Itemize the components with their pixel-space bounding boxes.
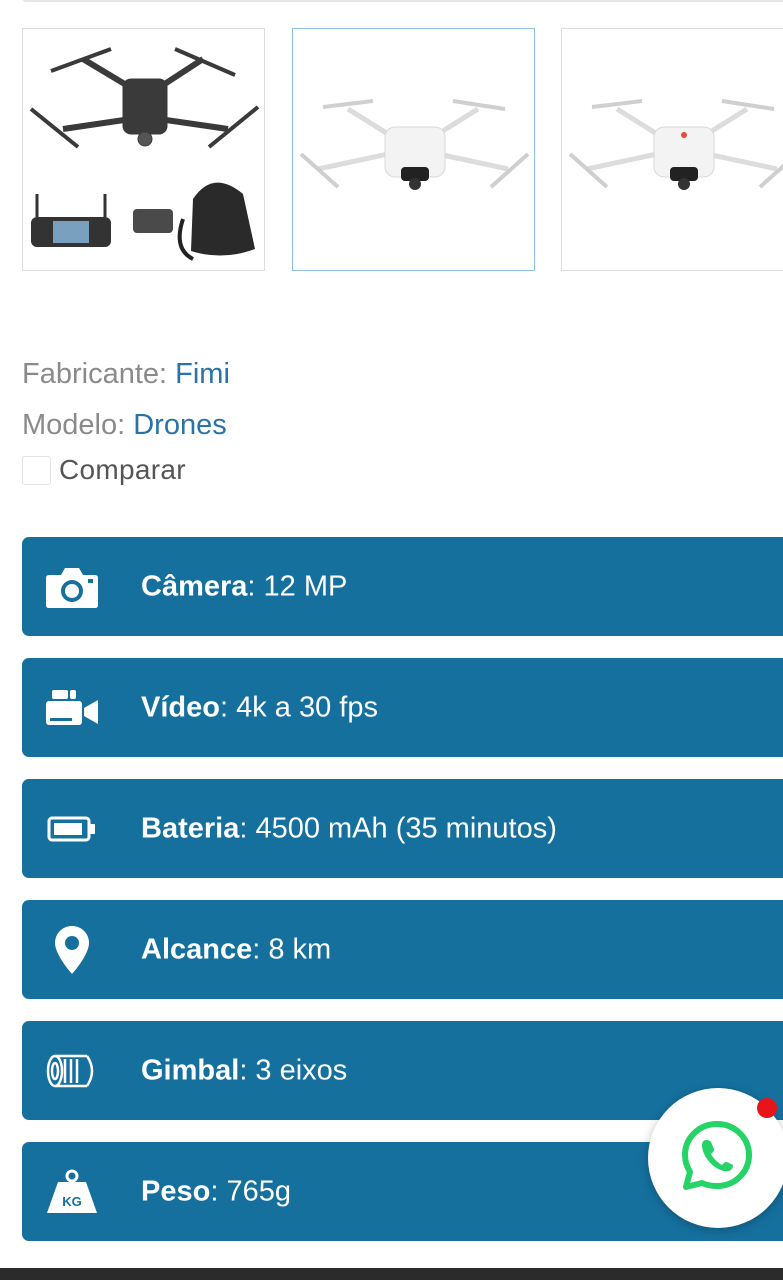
manufacturer-link[interactable]: Fimi bbox=[175, 358, 230, 390]
thumbnail-drone-white-angle[interactable] bbox=[561, 28, 783, 271]
spec-value: : 765g bbox=[210, 1175, 291, 1207]
spec-camera-text: Câmera: 12 MP bbox=[141, 570, 347, 603]
whatsapp-icon bbox=[682, 1121, 752, 1190]
spec-value: : 4500 mAh (35 minutos) bbox=[239, 812, 557, 844]
spec-battery-text: Bateria: 4500 mAh (35 minutos) bbox=[141, 812, 557, 845]
spec-range: Alcance: 8 km bbox=[22, 900, 783, 999]
spec-value: : 8 km bbox=[252, 933, 332, 965]
manufacturer-row: Fabricante: Fimi bbox=[22, 357, 230, 391]
spec-name: Câmera bbox=[141, 570, 248, 602]
battery-icon bbox=[44, 804, 100, 854]
spec-weight-text: Peso: 765g bbox=[141, 1175, 291, 1208]
compare-checkbox[interactable] bbox=[22, 455, 51, 485]
top-container-edge bbox=[22, 0, 783, 2]
gimbal-icon bbox=[44, 1046, 100, 1096]
camera-icon bbox=[44, 562, 100, 612]
spec-name: Peso bbox=[141, 1175, 211, 1207]
drone-white-angle-image bbox=[568, 99, 783, 190]
compare-toggle[interactable]: Comparar bbox=[22, 452, 186, 488]
spec-range-text: Alcance: 8 km bbox=[141, 933, 331, 966]
product-page: Fabricante: Fimi Modelo: Drones Comparar… bbox=[0, 0, 783, 1280]
drone-kit-image bbox=[29, 47, 260, 261]
model-link[interactable]: Drones bbox=[133, 409, 227, 441]
spec-name: Gimbal bbox=[141, 1054, 240, 1086]
bottom-bar bbox=[0, 1268, 783, 1280]
weight-icon: KG bbox=[44, 1167, 100, 1217]
spec-video: Vídeo: 4k a 30 fps bbox=[22, 658, 783, 757]
notification-dot bbox=[757, 1098, 777, 1118]
video-camera-icon bbox=[44, 683, 100, 733]
model-row: Modelo: Drones bbox=[22, 408, 227, 442]
spec-value: : 12 MP bbox=[247, 570, 348, 602]
spec-gimbal-text: Gimbal: 3 eixos bbox=[141, 1054, 347, 1087]
manufacturer-label: Fabricante: bbox=[22, 358, 168, 390]
spec-name: Alcance bbox=[141, 933, 253, 965]
spec-value: : 4k a 30 fps bbox=[219, 691, 378, 723]
spec-battery: Bateria: 4500 mAh (35 minutos) bbox=[22, 779, 783, 878]
location-pin-icon bbox=[44, 925, 100, 975]
compare-label: Comparar bbox=[59, 454, 186, 485]
thumbnail-drone-kit[interactable] bbox=[22, 28, 265, 271]
thumbnail-drone-white-front[interactable] bbox=[292, 28, 535, 271]
spec-gimbal: Gimbal: 3 eixos bbox=[22, 1021, 783, 1120]
whatsapp-chat-button[interactable] bbox=[648, 1088, 783, 1228]
spec-video-text: Vídeo: 4k a 30 fps bbox=[141, 691, 378, 724]
drone-white-image bbox=[299, 99, 530, 190]
spec-value: : 3 eixos bbox=[239, 1054, 348, 1086]
weight-icon-text: KG bbox=[62, 1194, 82, 1209]
spec-camera: Câmera: 12 MP bbox=[22, 537, 783, 636]
product-thumbnail-gallery bbox=[0, 28, 783, 273]
spec-name: Bateria bbox=[141, 812, 240, 844]
model-label: Modelo: bbox=[22, 409, 126, 441]
spec-name: Vídeo bbox=[141, 691, 220, 723]
